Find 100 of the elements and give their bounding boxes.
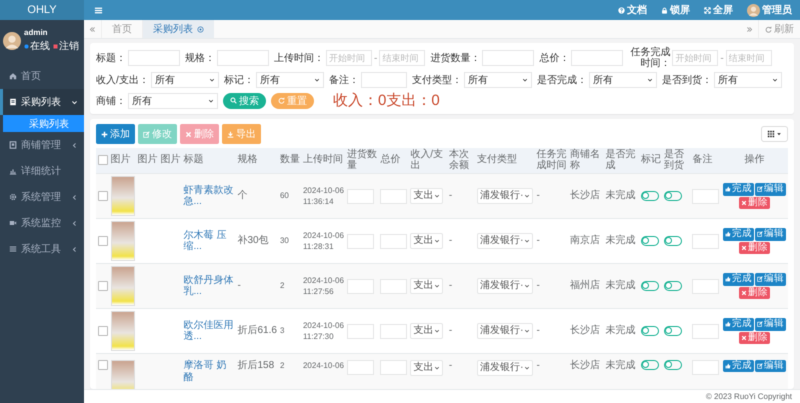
select-field[interactable]: 浦发银行· xyxy=(477,188,534,204)
input-field[interactable] xyxy=(360,72,407,88)
toggle-switch[interactable] xyxy=(664,326,682,336)
row-action-button[interactable]: 删除 xyxy=(738,196,770,209)
header-link[interactable]: 文档 xyxy=(618,3,647,17)
toggle-switch[interactable] xyxy=(641,236,660,246)
input-field[interactable] xyxy=(380,278,408,294)
sidebar-item[interactable]: 商铺管理 xyxy=(0,132,84,158)
input-field[interactable] xyxy=(692,278,720,294)
sidebar-item[interactable]: 系统管理 xyxy=(0,184,84,210)
checkbox[interactable] xyxy=(98,360,108,370)
select-field[interactable]: 所有 xyxy=(128,92,218,108)
table-cell: 未完成 xyxy=(606,190,636,202)
row-action-button[interactable]: 完成 xyxy=(722,318,754,330)
row-action-button[interactable]: 删除 xyxy=(738,286,770,299)
start-date-field[interactable]: 开始时间 xyxy=(672,50,718,66)
input-field[interactable] xyxy=(380,360,408,375)
input-field[interactable] xyxy=(692,234,720,248)
checkbox[interactable] xyxy=(98,154,108,165)
row-action-button[interactable]: 编辑 xyxy=(754,228,786,240)
sidebar-item[interactable]: 首页 xyxy=(0,63,84,89)
select-field[interactable]: 所有 xyxy=(256,72,324,88)
select-field[interactable]: 浦发银行· xyxy=(477,233,534,249)
select-field[interactable]: 支出 xyxy=(410,233,444,249)
chevron-down-icon xyxy=(208,77,215,83)
toggle-switch[interactable] xyxy=(664,236,682,246)
row-action-button[interactable]: 完成 xyxy=(722,360,754,372)
select-field[interactable]: 所有 xyxy=(714,72,782,88)
title-link[interactable]: 尔木莓 压缩... xyxy=(184,230,234,252)
input-field[interactable] xyxy=(217,50,269,66)
column-header: 进货数量 xyxy=(346,149,377,170)
header-link[interactable]: 锁屏 xyxy=(661,3,690,17)
toggle-switch[interactable] xyxy=(664,190,682,201)
input-field[interactable] xyxy=(482,50,534,66)
select-field[interactable]: 支出 xyxy=(410,188,444,204)
column-header: 数量 xyxy=(280,154,300,166)
select-field[interactable]: 支出 xyxy=(410,323,444,339)
row-action-button[interactable]: 编辑 xyxy=(754,183,786,196)
row-action-button[interactable]: 删除 xyxy=(738,242,770,254)
sidebar-subitem[interactable]: 采购列表 xyxy=(3,115,84,132)
end-date-field[interactable]: 结束时间 xyxy=(379,50,426,66)
input-field[interactable] xyxy=(692,360,720,375)
row-action-button[interactable]: 编辑 xyxy=(754,360,786,372)
header-link[interactable]: 全屏 xyxy=(704,3,733,17)
toggle-switch[interactable] xyxy=(664,360,682,370)
row-action-button[interactable]: 编辑 xyxy=(754,318,786,330)
columns-button[interactable] xyxy=(761,126,788,142)
sidebar-item[interactable]: 详细统计 xyxy=(0,158,84,184)
row-action-button[interactable]: 删除 xyxy=(738,332,770,344)
table-cell: 长沙店 xyxy=(570,360,600,371)
toggle-switch[interactable] xyxy=(641,360,660,370)
status-dot-icon xyxy=(24,44,29,48)
input-field[interactable] xyxy=(346,278,374,294)
sidebar-item[interactable]: 系统监控 xyxy=(0,210,84,236)
row-action-button[interactable]: 编辑 xyxy=(754,273,786,286)
select-field[interactable]: 所有 xyxy=(464,72,532,88)
menu-icon[interactable] xyxy=(94,6,103,14)
page-tab[interactable]: 采购列表 xyxy=(142,20,214,38)
select-field[interactable]: 所有 xyxy=(150,72,219,88)
select-field[interactable]: 所有 xyxy=(588,72,657,88)
user-menu[interactable]: 管理员 xyxy=(747,3,792,17)
sidebar-item[interactable]: 系统工具 xyxy=(0,236,84,262)
row-action-button[interactable]: 完成 xyxy=(722,273,754,286)
row-action-button[interactable]: 完成 xyxy=(722,183,754,196)
select-field[interactable]: 浦发银行· xyxy=(477,278,534,294)
input-field[interactable] xyxy=(128,50,180,66)
select-field[interactable]: 支出 xyxy=(410,360,444,376)
input-field[interactable] xyxy=(571,50,624,66)
table-cell: 3 xyxy=(280,326,284,336)
input-field[interactable] xyxy=(380,188,408,204)
input-field[interactable] xyxy=(380,324,408,338)
select-field[interactable]: 浦发银行· xyxy=(477,323,534,339)
input-field[interactable] xyxy=(692,188,720,204)
input-field[interactable] xyxy=(380,234,408,248)
checkbox[interactable] xyxy=(98,280,108,291)
checkbox[interactable] xyxy=(98,190,108,201)
refresh-button[interactable]: 刷新 xyxy=(758,20,800,38)
toggle-switch[interactable] xyxy=(641,190,660,201)
row-action-button[interactable]: 完成 xyxy=(722,228,754,240)
download-icon xyxy=(227,130,234,138)
logout-link[interactable]: 注销 xyxy=(59,39,79,53)
toggle-switch[interactable] xyxy=(664,280,682,291)
input-field[interactable] xyxy=(346,360,374,375)
title-link[interactable]: 欧尔佳医用透... xyxy=(184,320,234,342)
input-field[interactable] xyxy=(346,234,374,248)
checkbox[interactable] xyxy=(98,236,108,246)
end-date-field[interactable]: 结束时间 xyxy=(726,50,772,66)
select-field[interactable]: 浦发银行· xyxy=(477,360,534,376)
toolbar-button[interactable]: 添加 xyxy=(96,124,135,144)
toggle-switch[interactable] xyxy=(641,326,660,336)
select-field[interactable]: 支出 xyxy=(410,278,444,294)
checkbox[interactable] xyxy=(98,326,108,336)
input-field[interactable] xyxy=(346,188,374,204)
sidebar-item[interactable]: 采购列表 xyxy=(0,89,84,115)
filter-button[interactable]: 搜索 xyxy=(223,92,266,108)
table-cell: - xyxy=(536,360,540,371)
toggle-switch[interactable] xyxy=(641,280,660,291)
start-date-field[interactable]: 开始时间 xyxy=(326,50,372,66)
input-field[interactable] xyxy=(346,324,374,338)
input-field[interactable] xyxy=(692,324,720,338)
